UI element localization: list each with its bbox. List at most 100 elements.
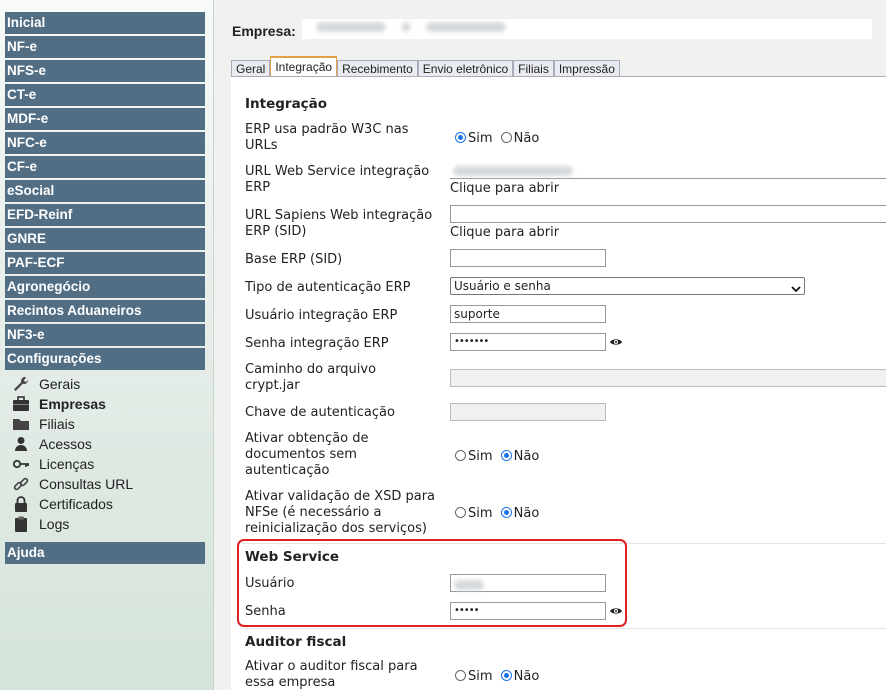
company-desc-redacted — [426, 21, 507, 32]
sub-item-label: Empresas — [39, 396, 106, 412]
chevron-down-icon — [791, 281, 801, 293]
sub-item-label: Licenças — [39, 456, 95, 472]
erp-w3c-radio-group: Sim Não — [455, 131, 539, 147]
nav-item-nfe[interactable]: NF-e — [5, 36, 205, 58]
company-name-redacted — [316, 21, 386, 32]
auditor-yes-radio[interactable] — [455, 670, 466, 681]
yes-label: Sim — [468, 131, 493, 146]
xsd-no-radio[interactable] — [500, 507, 512, 518]
erp-user-input[interactable]: suporte — [450, 305, 606, 323]
no-label: Não — [513, 669, 540, 684]
yes-label: Sim — [468, 506, 493, 521]
erp-w3c-label: ERP usa padrão W3C nas URLs — [245, 122, 409, 153]
url-sapiens-input[interactable] — [450, 205, 886, 223]
nav-item-cte[interactable]: CT-e — [5, 84, 205, 106]
base-erp-label: Base ERP (SID) — [245, 252, 343, 267]
briefcase-icon — [12, 396, 34, 412]
nav-item-configuracoes[interactable]: Configurações — [5, 348, 205, 370]
clipboard-icon — [12, 516, 34, 532]
key-icon — [12, 456, 34, 472]
company-label: Empresa: — [232, 23, 296, 39]
url-ws-value-redacted — [453, 166, 573, 176]
erp-w3c-no-radio[interactable] — [500, 132, 512, 143]
sub-item-label: Acessos — [39, 436, 92, 452]
auth-type-select[interactable]: Usuário e senha — [450, 277, 805, 295]
url-ws-label: URL Web Service integração ERP — [245, 164, 430, 195]
sub-item-gerais[interactable]: Gerais — [12, 374, 80, 394]
nav-item-nfse[interactable]: NFS-e — [5, 60, 205, 82]
sub-item-consultas-url[interactable]: Consultas URL — [12, 474, 133, 494]
crypt-path-label: Caminho do arquivo crypt.jar — [245, 362, 377, 393]
company-select[interactable] — [302, 19, 872, 39]
tab-bar: Geral Integração Recebimento Envio eletrôni… — [231, 56, 620, 78]
url-sapiens-open-link[interactable]: Clique para abrir — [450, 225, 559, 240]
sub-item-label: Gerais — [39, 376, 81, 392]
nav-item-paf-ecf[interactable]: PAF-ECF — [5, 252, 205, 274]
docs-no-auth-yes-radio[interactable] — [455, 450, 466, 461]
base-erp-input[interactable] — [450, 249, 606, 267]
nav-item-gnre[interactable]: GNRE — [5, 228, 205, 250]
main-content: Empresa: Geral Integração Recebimento Envio… — [214, 0, 886, 697]
sidebar: Inicial NF-e NFS-e CT-e MDF-e NFC-e CF-e… — [0, 0, 214, 690]
show-password-eye-icon[interactable] — [609, 336, 623, 348]
sub-item-label: Consultas URL — [39, 476, 134, 492]
docs-no-auth-no-radio[interactable] — [500, 450, 512, 461]
erp-password-label: Senha integração ERP — [245, 336, 389, 351]
crypt-path-input — [450, 369, 886, 387]
lock-icon — [12, 496, 34, 512]
erp-w3c-yes-radio[interactable] — [455, 132, 466, 143]
wrench-icon — [12, 376, 34, 392]
sub-item-empresas[interactable]: Empresas — [12, 394, 106, 414]
company-row: Empresa: — [232, 20, 296, 42]
sub-item-label: Logs — [39, 516, 70, 532]
nav-item-cfe[interactable]: CF-e — [5, 156, 205, 178]
yes-label: Sim — [468, 669, 493, 684]
link-icon — [12, 476, 34, 492]
xsd-validation-label: Ativar validação de XSD para NFSe (é nec… — [245, 489, 436, 536]
sub-item-acessos[interactable]: Acessos — [12, 434, 92, 454]
nav-item-nf3e[interactable]: NF3-e — [5, 324, 205, 346]
auth-key-label: Chave de autenticação — [245, 405, 395, 420]
web-service-highlight-box — [237, 539, 627, 627]
sub-item-label: Certificados — [39, 496, 113, 512]
folder-icon — [12, 416, 34, 432]
url-ws-open-link[interactable]: Clique para abrir — [450, 181, 559, 196]
auditor-no-radio[interactable] — [500, 670, 512, 681]
sub-item-licencas[interactable]: Licenças — [12, 454, 94, 474]
nav-item-efd-reinf[interactable]: EFD-Reinf — [5, 204, 205, 226]
user-icon — [12, 436, 34, 452]
no-label: Não — [513, 131, 540, 146]
section-title-auditor-fiscal: Auditor fiscal — [245, 634, 347, 650]
sub-item-label: Filiais — [39, 416, 75, 432]
nav-item-mdfe[interactable]: MDF-e — [5, 108, 205, 130]
sub-item-logs[interactable]: Logs — [12, 514, 69, 534]
no-label: Não — [513, 449, 540, 464]
docs-no-auth-label: Ativar obtenção de documentos sem autent… — [245, 431, 369, 478]
nav-item-nfce[interactable]: NFC-e — [5, 132, 205, 154]
nav-item-ajuda[interactable]: Ajuda — [5, 542, 205, 564]
divider — [243, 628, 886, 629]
xsd-validation-radio-group: Sim Não — [455, 506, 539, 522]
nav-item-recintos-aduaneiros[interactable]: Recintos Aduaneiros — [5, 300, 205, 322]
auth-type-selected: Usuário e senha — [454, 279, 551, 293]
no-label: Não — [513, 506, 540, 521]
docs-no-auth-radio-group: Sim Não — [455, 449, 539, 465]
tab-integracao[interactable]: Integração — [270, 56, 338, 78]
auditor-radio-group: Sim Não — [455, 669, 539, 685]
auth-key-input — [450, 403, 606, 421]
section-title-integracao: Integração — [245, 96, 328, 112]
company-separator-redacted — [402, 21, 411, 32]
url-sapiens-label: URL Sapiens Web integração ERP (SID) — [245, 208, 433, 239]
auditor-enable-label: Ativar o auditor fiscal para essa empres… — [245, 659, 418, 690]
sub-item-filiais[interactable]: Filiais — [12, 414, 75, 434]
url-ws-input[interactable] — [450, 161, 886, 179]
yes-label: Sim — [468, 449, 493, 464]
xsd-yes-radio[interactable] — [455, 507, 466, 518]
nav-item-agronegocio[interactable]: Agronegócio — [5, 276, 205, 298]
nav-item-inicial[interactable]: Inicial — [5, 12, 205, 34]
auth-type-label: Tipo de autenticação ERP — [245, 280, 411, 295]
nav-item-esocial[interactable]: eSocial — [5, 180, 205, 202]
erp-user-label: Usuário integração ERP — [245, 308, 398, 323]
erp-password-input[interactable]: ••••••• — [450, 333, 606, 351]
sub-item-certificados[interactable]: Certificados — [12, 494, 113, 514]
